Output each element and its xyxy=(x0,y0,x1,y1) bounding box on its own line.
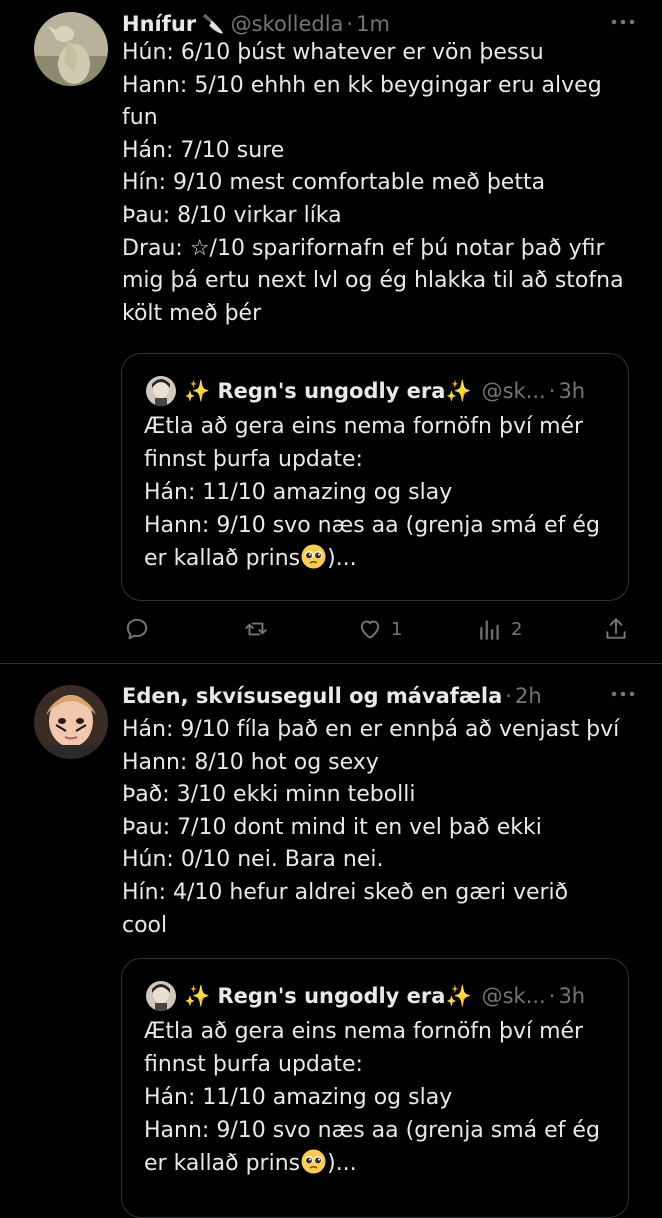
like-icon xyxy=(360,620,380,639)
text-fragment: er kallað prins xyxy=(144,546,301,571)
knife-emoji: 🔪 xyxy=(202,13,225,35)
tweet-text: Hán: 9/10 fíla það en er ennþá að venjas… xyxy=(122,714,642,942)
text-fragment: er kallað prins xyxy=(144,1151,301,1176)
tweet-header: Eden, skvísusegull og mávafæla · 2h xyxy=(122,676,542,716)
tweet-text: Hún: 6/10 þúst whatever er vön þessu Han… xyxy=(122,37,642,330)
timestamp[interactable]: 1m xyxy=(356,12,390,36)
tweet-actions: 1 2 xyxy=(0,612,662,646)
quote-author-avatar xyxy=(146,376,176,406)
text-line: finnst þurfa update: xyxy=(144,1052,363,1077)
share-button[interactable] xyxy=(603,612,637,646)
text-fragment: )... xyxy=(327,546,357,571)
text-line: Hín: 9/10 mest comfortable með þetta xyxy=(122,170,546,196)
quote-text: Ætla að gera eins nema fornöfn því mér f… xyxy=(144,1015,614,1180)
author-name[interactable]: Hnífur xyxy=(122,12,196,36)
text-line: finnst þurfa update: xyxy=(144,447,363,472)
text-line: Hann: 9/10 svo næs aa (grenja smá ef ég xyxy=(144,1118,600,1143)
text-line: Ætla að gera eins nema fornöfn því mér xyxy=(144,414,584,439)
author-name[interactable]: Eden, skvísusegull og mávafæla xyxy=(122,684,502,708)
reply-icon xyxy=(126,618,148,640)
text-line: Það: 3/10 ekki minn tebolli xyxy=(122,782,416,808)
quote-author-handle: @sk... xyxy=(481,379,546,403)
text-line: Hán: 11/10 amazing og slay xyxy=(144,480,453,505)
quote-header: ✨ Regn's ungodly era✨ @sk... · 3h xyxy=(146,979,585,1013)
pleading-face-emoji xyxy=(301,544,326,569)
text-line: Hann: 8/10 hot og sexy xyxy=(122,749,379,775)
retweet-button[interactable] xyxy=(243,612,277,646)
quote-timestamp: 3h xyxy=(558,984,586,1008)
like-count: 1 xyxy=(391,618,403,640)
like-button[interactable]: 1 xyxy=(357,612,402,646)
views-button[interactable]: 2 xyxy=(477,612,522,646)
views-count: 2 xyxy=(511,618,523,640)
more-icon[interactable] xyxy=(608,681,638,707)
quote-timestamp: 3h xyxy=(558,379,586,403)
separator-dot: · xyxy=(346,12,354,36)
text-line: Drau: ☆/10 sparifornafn ef þú notar það … xyxy=(122,235,605,261)
quote-header: ✨ Regn's ungodly era✨ @sk... · 3h xyxy=(146,374,585,408)
text-fragment: )... xyxy=(327,1151,357,1176)
reply-button[interactable] xyxy=(124,612,158,646)
text-line: Hann: 5/10 ehhh en kk beygingar eru alve… xyxy=(122,72,602,98)
retweet-icon xyxy=(245,622,267,636)
text-line: Hán: 9/10 fíla það en er ennþá að venjas… xyxy=(122,717,620,742)
quote-text: Ætla að gera eins nema fornöfn því mér f… xyxy=(144,410,614,575)
quote-author-avatar xyxy=(146,981,176,1011)
text-line: költ með þér xyxy=(122,300,262,326)
tweet-2[interactable]: Eden, skvísusegull og mávafæla · 2h Hán:… xyxy=(0,664,662,1218)
separator-dot: · xyxy=(548,379,556,403)
text-line: Hán: 11/10 amazing og slay xyxy=(144,1085,453,1110)
quote-author-name: ✨ Regn's ungodly era✨ xyxy=(184,983,472,1008)
author-avatar[interactable] xyxy=(34,12,108,86)
text-line: Hún: 0/10 nei. Bara nei. xyxy=(122,847,384,873)
quoted-tweet[interactable]: ✨ Regn's ungodly era✨ @sk... · 3h Ætla a… xyxy=(121,958,629,1218)
text-line: cool xyxy=(122,912,168,938)
quoted-tweet[interactable]: ✨ Regn's ungodly era✨ @sk... · 3h Ætla a… xyxy=(121,353,629,601)
text-line: fun xyxy=(122,105,158,131)
pleading-face-emoji xyxy=(301,1149,326,1174)
quote-author-name: ✨ Regn's ungodly era✨ xyxy=(184,378,472,403)
author-avatar[interactable] xyxy=(34,685,108,759)
text-line: er kallað prins)... xyxy=(144,1147,614,1180)
views-icon xyxy=(480,620,499,640)
quote-author-handle: @sk... xyxy=(481,984,546,1008)
share-icon xyxy=(606,618,626,639)
separator-dot: · xyxy=(505,684,512,708)
text-line: Hán: 7/10 sure xyxy=(122,137,285,163)
timestamp[interactable]: 2h xyxy=(515,684,542,708)
separator-dot: · xyxy=(548,984,556,1008)
text-line: Þau: 7/10 dont mind it en vel það ekki xyxy=(122,814,542,840)
more-icon[interactable] xyxy=(608,9,638,35)
text-line: er kallað prins)... xyxy=(144,542,614,575)
text-line: Ætla að gera eins nema fornöfn því mér xyxy=(144,1019,584,1044)
tweet-1[interactable]: Hnífur 🔪 @skolledla · 1m Hún: 6/10 þúst … xyxy=(0,0,662,663)
text-line: Hún: 6/10 þúst whatever er vön þessu xyxy=(122,40,544,65)
text-line: mig þá ertu next lvl og ég hlakka til að… xyxy=(122,268,624,294)
text-line: Hín: 4/10 hefur aldrei skeð en gæri veri… xyxy=(122,879,569,905)
text-line: Þau: 8/10 virkar líka xyxy=(122,202,342,228)
author-handle[interactable]: @skolledla xyxy=(231,12,344,36)
text-line: Hann: 9/10 svo næs aa (grenja smá ef ég xyxy=(144,513,600,538)
